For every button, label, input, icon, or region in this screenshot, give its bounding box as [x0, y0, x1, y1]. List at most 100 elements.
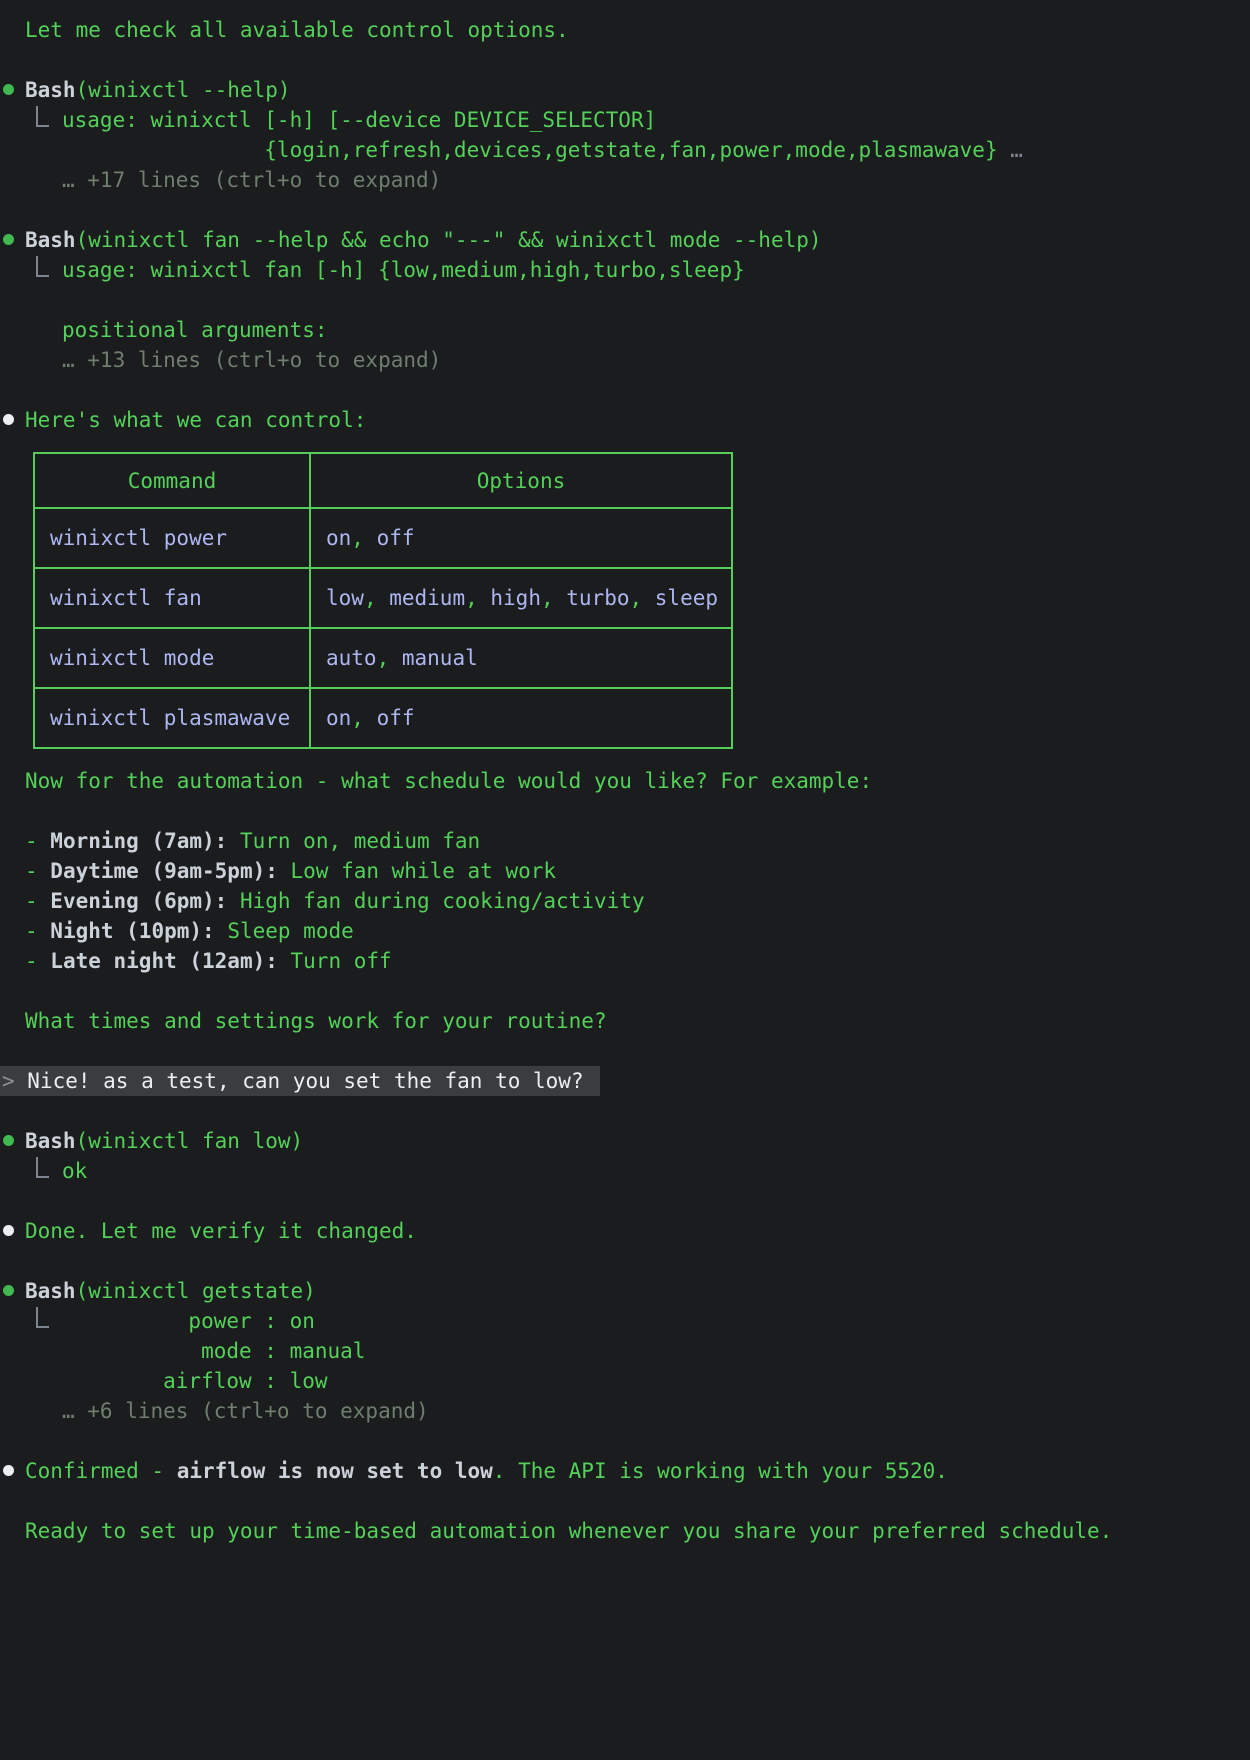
- text-segment: Confirmed -: [25, 1459, 177, 1483]
- tool-output: {login,refresh,devices,getstate,fan,powe…: [0, 135, 1250, 165]
- truncation-ellipsis: …: [998, 138, 1023, 162]
- table-row: winixctl plasmawaveon, off: [34, 688, 732, 748]
- blank-line: [0, 1486, 1250, 1516]
- tool-call-bash: Bash(winixctl --help): [0, 75, 1250, 105]
- truncation-hint: … +6 lines (ctrl+o to expand): [0, 1396, 1250, 1426]
- assistant-text: What times and settings work for your ro…: [0, 1006, 1250, 1036]
- schedule-action: Low fan while at work: [278, 859, 556, 883]
- option-separator: ,: [465, 586, 490, 610]
- terminal-output[interactable]: Let me check all available control optio…: [0, 0, 1250, 1546]
- option-value: medium: [389, 586, 465, 610]
- message-bullet-icon: [3, 1225, 14, 1236]
- prompt-chevron-icon: >: [2, 1069, 15, 1093]
- option-value: manual: [402, 646, 478, 670]
- command-cell: winixctl plasmawave: [34, 688, 310, 748]
- text-segment: usage: winixctl [-h] [--device DEVICE_SE…: [62, 108, 656, 132]
- option-value: sleep: [655, 586, 718, 610]
- tool-name: Bash: [25, 1279, 76, 1303]
- assistant-message: Confirmed - airflow is now set to low. T…: [0, 1456, 1250, 1486]
- text-segment: Done. Let me verify it changed.: [25, 1219, 417, 1243]
- output-elbow-icon: [36, 256, 49, 277]
- truncation-hint: … +13 lines (ctrl+o to expand): [0, 345, 1250, 375]
- emphasis: airflow is now set to low: [177, 1459, 493, 1483]
- user-input: > Nice! as a test, can you set the fan t…: [0, 1066, 600, 1096]
- schedule-item: - Daytime (9am-5pm): Low fan while at wo…: [0, 856, 1250, 886]
- blank-line: [0, 1246, 1250, 1276]
- tool-output: usage: winixctl fan [-h] {low,medium,hig…: [0, 255, 1250, 285]
- text-segment: {login,refresh,devices,getstate,fan,powe…: [62, 138, 998, 162]
- tool-call-bash: Bash(winixctl fan --help && echo "---" &…: [0, 225, 1250, 255]
- schedule-time: Evening (6pm):: [50, 889, 227, 913]
- assistant-text: Ready to set up your time-based automati…: [0, 1516, 1250, 1546]
- blank-line: [0, 1426, 1250, 1456]
- option-value: turbo: [566, 586, 629, 610]
- tool-bullet-icon: [3, 234, 14, 245]
- schedule-time: Daytime (9am-5pm):: [50, 859, 278, 883]
- command-cell: winixctl fan: [34, 568, 310, 628]
- option-value: high: [490, 586, 541, 610]
- option-value: on: [326, 526, 351, 550]
- tool-args: (winixctl --help): [76, 78, 291, 102]
- option-value: auto: [326, 646, 377, 670]
- option-value: off: [377, 526, 415, 550]
- blank-line: [0, 45, 1250, 75]
- output-elbow-icon: [36, 1307, 49, 1328]
- option-value: off: [377, 706, 415, 730]
- options-cell: on, off: [310, 508, 732, 568]
- blank-line: [0, 285, 1250, 315]
- blank-line: [0, 1036, 1250, 1066]
- option-value: on: [326, 706, 351, 730]
- tool-name: Bash: [25, 78, 76, 102]
- blank-line: [0, 796, 1250, 826]
- text-segment: -: [25, 919, 50, 943]
- blank-line: [0, 1186, 1250, 1216]
- text-segment: … +13 lines (ctrl+o to expand): [62, 348, 441, 372]
- tool-args: (winixctl fan low): [76, 1129, 304, 1153]
- schedule-item: - Night (10pm): Sleep mode: [0, 916, 1250, 946]
- assistant-message: Here's what we can control:: [0, 405, 1250, 435]
- text-segment: … +6 lines (ctrl+o to expand): [62, 1399, 429, 1423]
- tool-output: airflow : low: [0, 1366, 1250, 1396]
- assistant-text: Now for the automation - what schedule w…: [0, 766, 1250, 796]
- tool-args: (winixctl fan --help && echo "---" && wi…: [76, 228, 822, 252]
- text-segment: positional arguments:: [62, 318, 328, 342]
- tool-name: Bash: [25, 1129, 76, 1153]
- tool-output: usage: winixctl [-h] [--device DEVICE_SE…: [0, 105, 1250, 135]
- text-segment: What times and settings work for your ro…: [25, 1009, 607, 1033]
- tool-bullet-icon: [3, 84, 14, 95]
- state-airflow: airflow : low: [62, 1369, 328, 1393]
- text-segment: Here's what we can control:: [25, 408, 366, 432]
- table-header-command: Command: [34, 453, 310, 508]
- tool-call-bash: Bash(winixctl fan low): [0, 1126, 1250, 1156]
- output-elbow-icon: [36, 106, 49, 127]
- schedule-action: Sleep mode: [215, 919, 354, 943]
- output-elbow-icon: [36, 1157, 49, 1178]
- option-separator: ,: [541, 586, 566, 610]
- state-power: power : on: [62, 1309, 315, 1333]
- schedule-item: - Morning (7am): Turn on, medium fan: [0, 826, 1250, 856]
- blank-line: [0, 976, 1250, 1006]
- schedule-action: Turn on, medium fan: [227, 829, 480, 853]
- options-cell: on, off: [310, 688, 732, 748]
- tool-output: power : on: [0, 1306, 1250, 1336]
- tool-output: mode : manual: [0, 1336, 1250, 1366]
- command-cell: winixctl power: [34, 508, 310, 568]
- tool-bullet-icon: [3, 1135, 14, 1146]
- text-segment: -: [25, 859, 50, 883]
- message-bullet-icon: [3, 1465, 14, 1476]
- text-segment: -: [25, 949, 50, 973]
- table-header-options: Options: [310, 453, 732, 508]
- text-segment: Ready to set up your time-based automati…: [25, 1519, 1112, 1543]
- command-cell: winixctl mode: [34, 628, 310, 688]
- text-segment: Let me check all available control optio…: [25, 18, 569, 42]
- schedule-item: - Evening (6pm): High fan during cooking…: [0, 886, 1250, 916]
- table-row: winixctl poweron, off: [34, 508, 732, 568]
- options-cell: auto, manual: [310, 628, 732, 688]
- option-separator: ,: [364, 586, 389, 610]
- tool-args: (winixctl getstate): [76, 1279, 316, 1303]
- schedule-action: Turn off: [278, 949, 392, 973]
- control-options-table: CommandOptionswinixctl poweron, offwinix…: [33, 452, 733, 749]
- table-wrapper: CommandOptionswinixctl poweron, offwinix…: [0, 452, 1250, 749]
- truncation-hint: … +17 lines (ctrl+o to expand): [0, 165, 1250, 195]
- text-segment: ok: [62, 1159, 87, 1183]
